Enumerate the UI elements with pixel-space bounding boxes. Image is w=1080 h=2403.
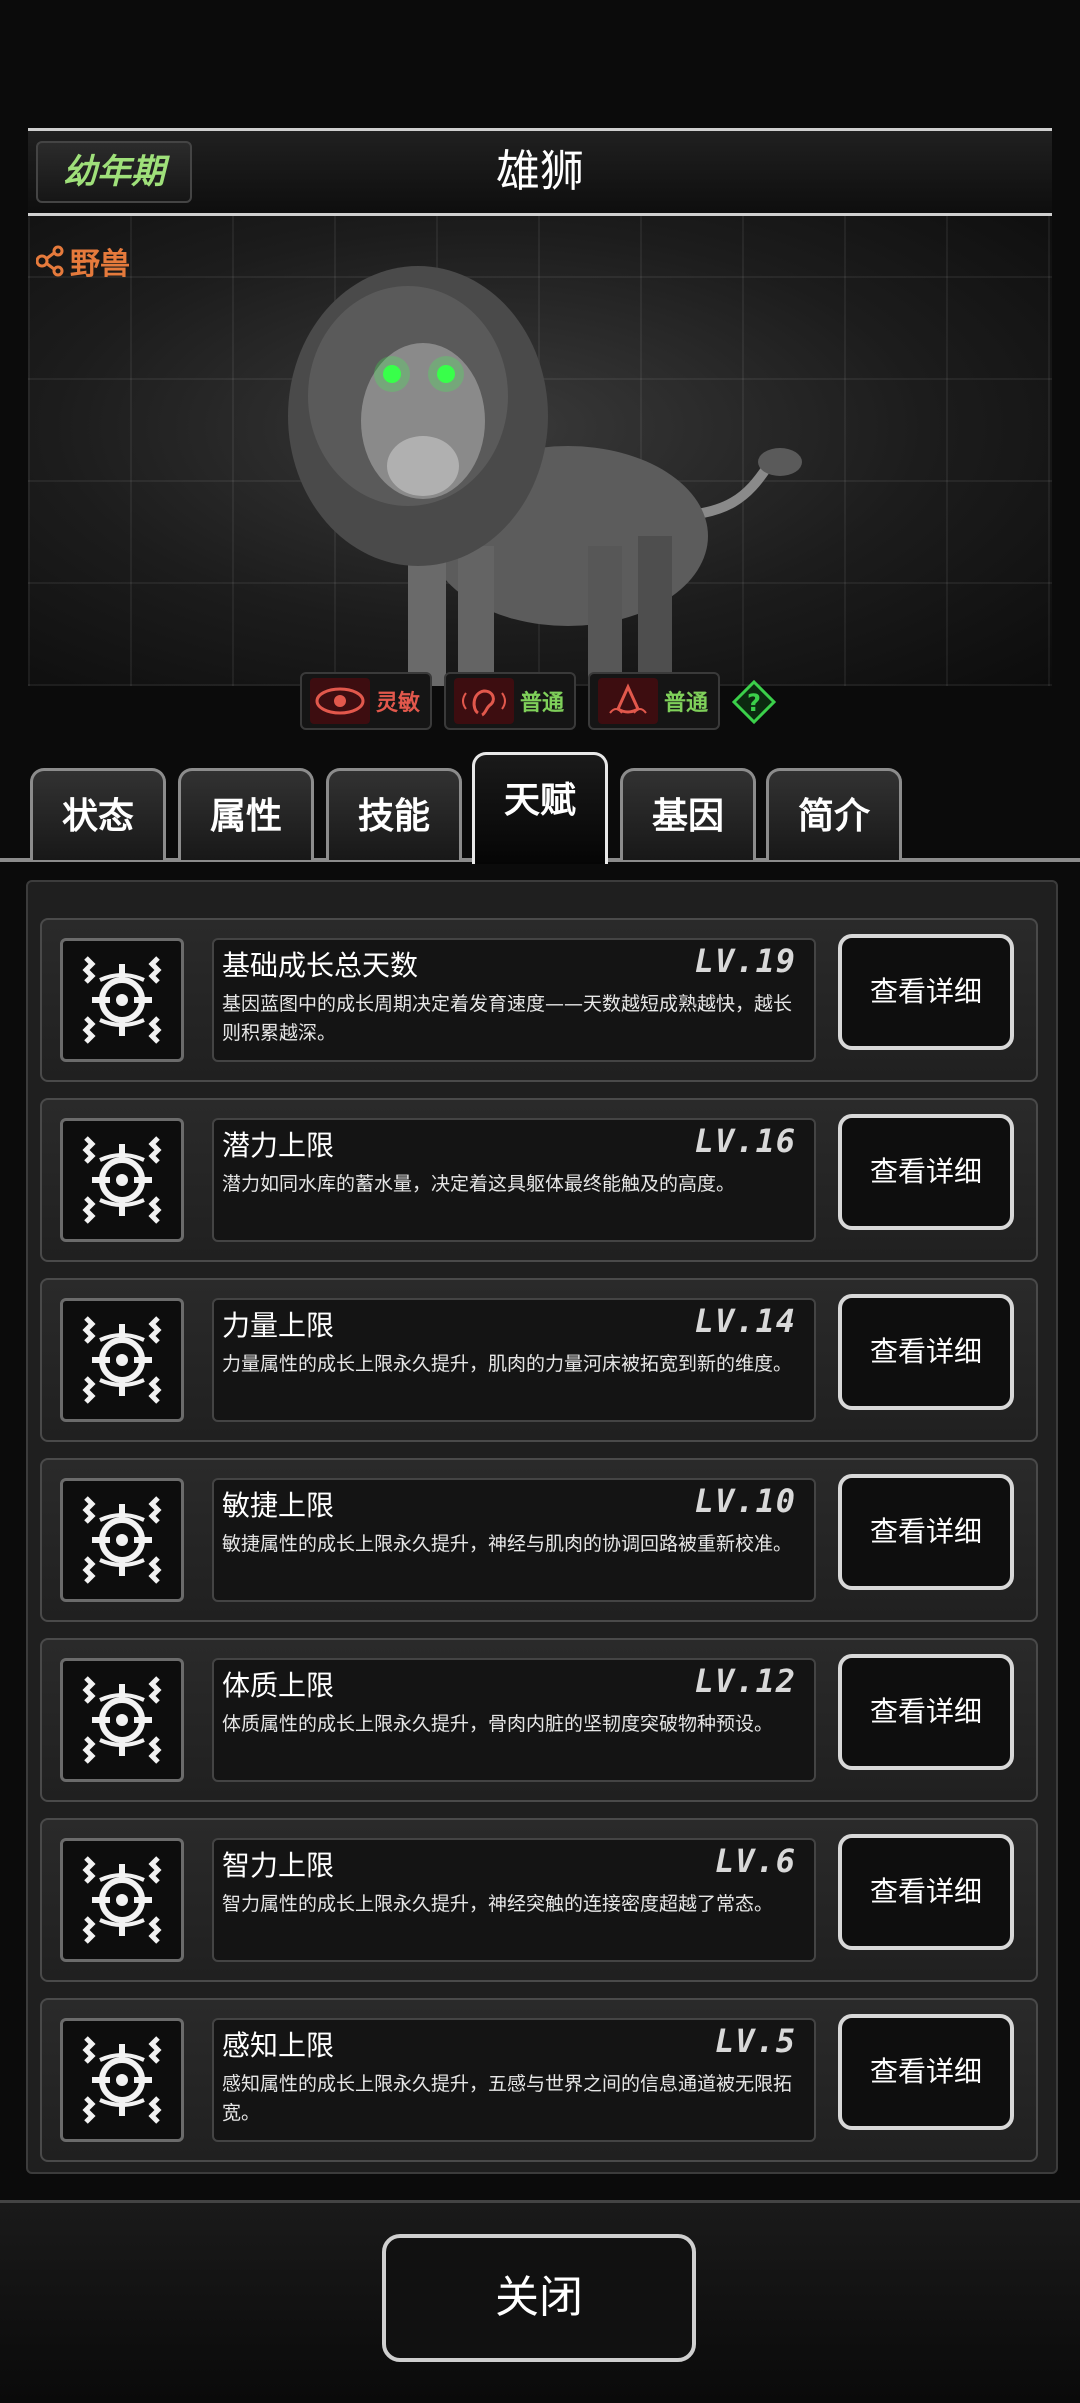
talent-icon xyxy=(60,1298,184,1422)
nose-icon xyxy=(598,678,658,724)
talent-info: 感知上限 LV.5 感知属性的成长上限永久提升，五感与世界之间的信息通道被无限拓宽。 xyxy=(212,2018,816,2142)
close-button[interactable]: 关闭 xyxy=(382,2234,696,2362)
view-details-button[interactable]: 查看详细 xyxy=(838,934,1014,1050)
share-icon xyxy=(36,245,64,277)
talent-rune-icon xyxy=(82,2036,162,2124)
talent-row: 力量上限 LV.14 力量属性的成长上限永久提升，肌肉的力量河床被拓宽到新的维度。 查… xyxy=(40,1278,1038,1442)
talent-row: 基础成长总天数 LV.19 基因蓝图中的成长周期决定着发育速度——天数越短成熟越快，… xyxy=(40,918,1038,1082)
trait-label: 普通 xyxy=(664,691,709,716)
talent-row: 智力上限 LV.6 智力属性的成长上限永久提升，神经突触的连接密度超越了常态。 查看详… xyxy=(40,1818,1038,1982)
talent-name: 敏捷上限 xyxy=(222,1489,335,1522)
tab-intro[interactable]: 简介 xyxy=(766,768,902,860)
talent-name: 智力上限 xyxy=(222,1849,335,1882)
talent-icon xyxy=(60,1478,184,1602)
tab-attributes[interactable]: 属性 xyxy=(178,768,314,860)
talent-level: LV.6 xyxy=(714,1842,796,1880)
talent-icon xyxy=(60,2018,184,2142)
trait-smell[interactable]: 普通 xyxy=(588,672,720,730)
title-bar: 雄狮 幼年期 xyxy=(28,128,1052,216)
talent-rune-icon xyxy=(82,1496,162,1584)
talent-level: LV.5 xyxy=(714,2022,796,2060)
talent-info: 智力上限 LV.6 智力属性的成长上限永久提升，神经突触的连接密度超越了常态。 xyxy=(212,1838,816,1962)
talent-info: 体质上限 LV.12 体质属性的成长上限永久提升，骨肉内脏的坚韧度突破物种预设。 xyxy=(212,1658,816,1782)
lion-illustration xyxy=(288,266,802,686)
trait-label: 普通 xyxy=(520,691,565,716)
talent-rune-icon xyxy=(82,956,162,1044)
talent-level: LV.14 xyxy=(694,1302,796,1340)
talent-name: 潜力上限 xyxy=(222,1129,335,1162)
creature-portrait: 野兽 xyxy=(28,216,1052,686)
trait-sight[interactable]: 灵敏 xyxy=(300,672,432,730)
talent-icon xyxy=(60,938,184,1062)
talent-rune-icon xyxy=(82,1136,162,1224)
talent-info: 潜力上限 LV.16 潜力如同水库的蓄水量，决定着这具躯体最终能触及的高度。 xyxy=(212,1118,816,1242)
talent-info: 力量上限 LV.14 力量属性的成长上限永久提升，肌肉的力量河床被拓宽到新的维度。 xyxy=(212,1298,816,1422)
tab-status[interactable]: 状态 xyxy=(30,768,166,860)
talent-description: 体质属性的成长上限永久提升，骨肉内脏的坚韧度突破物种预设。 xyxy=(222,1713,774,1735)
tab-skills[interactable]: 技能 xyxy=(326,768,462,860)
share-button[interactable]: 野兽 xyxy=(36,238,130,284)
talent-description: 智力属性的成长上限永久提升，神经突触的连接密度超越了常态。 xyxy=(222,1893,774,1915)
stage-badge: 幼年期 xyxy=(36,141,192,203)
eye-icon xyxy=(310,678,370,724)
talent-name: 力量上限 xyxy=(222,1309,335,1342)
talent-description: 敏捷属性的成长上限永久提升，神经与肌肉的协调回路被重新校准。 xyxy=(222,1533,793,1555)
trait-hearing[interactable]: 普通 xyxy=(444,672,576,730)
view-details-button[interactable]: 查看详细 xyxy=(838,2014,1014,2130)
talent-icon xyxy=(60,1118,184,1242)
view-details-button[interactable]: 查看详细 xyxy=(838,1474,1014,1590)
talent-level: LV.19 xyxy=(694,942,796,980)
talent-row: 感知上限 LV.5 感知属性的成长上限永久提升，五感与世界之间的信息通道被无限拓宽。… xyxy=(40,1998,1038,2162)
view-details-button[interactable]: 查看详细 xyxy=(838,1294,1014,1410)
help-icon[interactable]: ? xyxy=(731,679,777,725)
talent-description: 力量属性的成长上限永久提升，肌肉的力量河床被拓宽到新的维度。 xyxy=(222,1353,793,1375)
talent-name: 体质上限 xyxy=(222,1669,335,1702)
svg-text:?: ? xyxy=(747,689,761,717)
category-label: 野兽 xyxy=(70,247,130,282)
talent-level: LV.10 xyxy=(694,1482,796,1520)
view-details-button[interactable]: 查看详细 xyxy=(838,1654,1014,1770)
tab-genes[interactable]: 基因 xyxy=(620,768,756,860)
talent-info: 敏捷上限 LV.10 敏捷属性的成长上限永久提升，神经与肌肉的协调回路被重新校准。 xyxy=(212,1478,816,1602)
talent-row: 体质上限 LV.12 体质属性的成长上限永久提升，骨肉内脏的坚韧度突破物种预设。 查看… xyxy=(40,1638,1038,1802)
talent-description: 基因蓝图中的成长周期决定着发育速度——天数越短成熟越快，越长则积累越深。 xyxy=(222,993,793,1044)
talent-name: 感知上限 xyxy=(222,2029,335,2062)
talent-name: 基础成长总天数 xyxy=(222,949,419,982)
tab-talents[interactable]: 天赋 xyxy=(472,752,608,864)
talent-rune-icon xyxy=(82,1676,162,1764)
trait-label: 灵敏 xyxy=(376,691,421,716)
view-details-button[interactable]: 查看详细 xyxy=(838,1114,1014,1230)
talent-level: LV.12 xyxy=(694,1662,796,1700)
ear-icon xyxy=(454,678,514,724)
talent-icon xyxy=(60,1658,184,1782)
talent-rune-icon xyxy=(82,1316,162,1404)
view-details-button[interactable]: 查看详细 xyxy=(838,1834,1014,1950)
talent-description: 感知属性的成长上限永久提升，五感与世界之间的信息通道被无限拓宽。 xyxy=(222,2073,793,2124)
talent-icon xyxy=(60,1838,184,1962)
talent-level: LV.16 xyxy=(694,1122,796,1160)
talent-info: 基础成长总天数 LV.19 基因蓝图中的成长周期决定着发育速度——天数越短成熟越快，… xyxy=(212,938,816,1062)
talent-row: 潜力上限 LV.16 潜力如同水库的蓄水量，决定着这具躯体最终能触及的高度。 查看详细 xyxy=(40,1098,1038,1262)
talent-rune-icon xyxy=(82,1856,162,1944)
talent-description: 潜力如同水库的蓄水量，决定着这具躯体最终能触及的高度。 xyxy=(222,1173,736,1195)
talent-row: 敏捷上限 LV.10 敏捷属性的成长上限永久提升，神经与肌肉的协调回路被重新校准。 查… xyxy=(40,1458,1038,1622)
